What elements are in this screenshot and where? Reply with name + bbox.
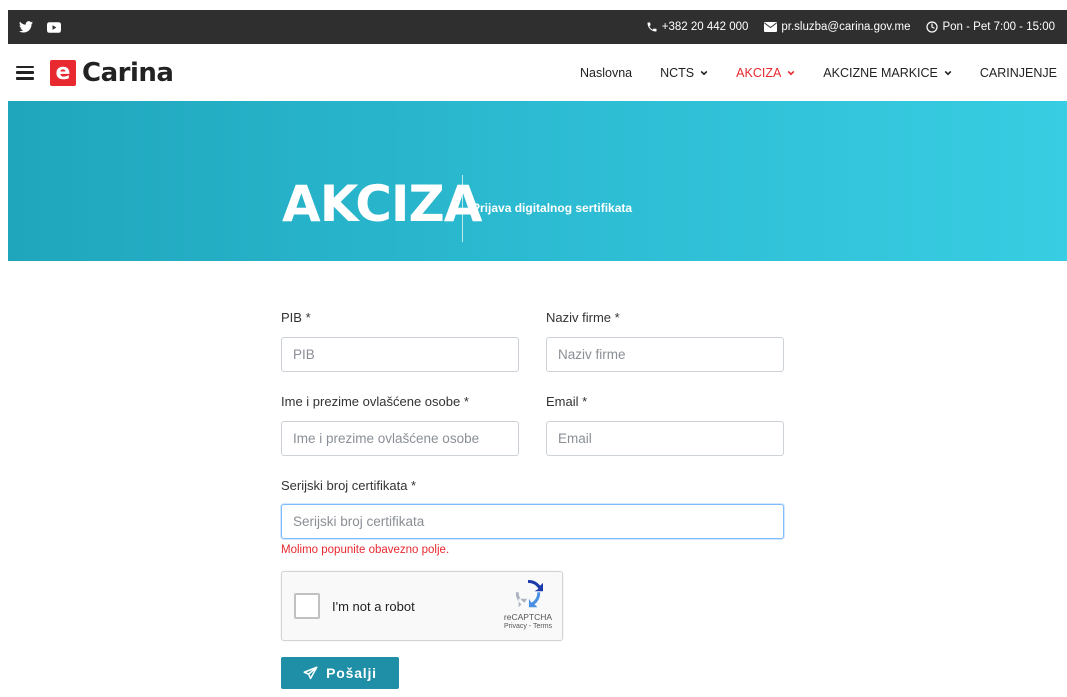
phone-text: +382 20 442 000 <box>661 21 749 33</box>
brand: e Carina <box>16 57 174 88</box>
hamburger-menu-icon[interactable] <box>16 65 34 80</box>
naziv-firme-input[interactable] <box>546 337 784 372</box>
submit-label: Pošalji <box>326 665 377 681</box>
nav-menu: Naslovna NCTS AKCIZA AKCIZNE MARKICE CAR… <box>580 66 1057 80</box>
pib-input[interactable] <box>281 337 519 372</box>
phone-icon <box>647 22 657 32</box>
top-bar: +382 20 442 000 pr.sluzba@carina.gov.me … <box>8 10 1067 44</box>
submit-button[interactable]: Pošalji <box>281 657 399 689</box>
envelope-icon <box>764 22 778 32</box>
page-subtitle: Prijava digitalnog sertifikata <box>472 201 633 215</box>
social-links <box>18 19 62 35</box>
serijski-broj-input[interactable] <box>281 504 784 539</box>
nav-item-akcizne-markice[interactable]: AKCIZNE MARKICE <box>823 66 952 80</box>
nav-label: AKCIZA <box>736 65 782 80</box>
hero-banner: AKCIZA Prijava digitalnog sertifikata <box>8 101 1067 261</box>
nav-item-akciza[interactable]: AKCIZA <box>736 66 795 80</box>
pib-label: PIB * <box>281 310 311 325</box>
naziv-label: Naziv firme * <box>546 310 620 325</box>
nav-item-naslovna[interactable]: Naslovna <box>580 66 632 80</box>
twitter-icon[interactable] <box>18 19 34 35</box>
email-input[interactable] <box>546 421 784 456</box>
email-label: Email * <box>546 394 588 409</box>
logo-text: Carina <box>82 57 174 88</box>
logo-badge: e <box>50 59 76 86</box>
title-divider <box>462 175 463 242</box>
serijski-label: Serijski broj certifikata * <box>281 478 417 493</box>
logo[interactable]: e Carina <box>50 57 174 88</box>
page-title: AKCIZA <box>282 175 482 233</box>
nav-label: NCTS <box>660 65 695 80</box>
recaptcha-checkbox[interactable] <box>294 593 320 619</box>
recaptcha-icon <box>515 580 543 608</box>
phone-contact[interactable]: +382 20 442 000 <box>646 21 749 33</box>
email-contact[interactable]: pr.sluzba@carina.gov.me <box>764 21 910 33</box>
clock-icon <box>926 21 939 33</box>
hours-info: Pon - Pet 7:00 - 15:00 <box>926 21 1055 33</box>
nav-label: Naslovna <box>579 65 633 80</box>
hours-text: Pon - Pet 7:00 - 15:00 <box>942 21 1055 33</box>
recaptcha-links[interactable]: Privacy - Terms <box>498 623 558 630</box>
nav-label: CARINJENJE <box>979 65 1057 80</box>
chevron-down-icon <box>787 70 795 75</box>
chevron-down-icon <box>700 70 708 75</box>
contact-info: +382 20 442 000 pr.sluzba@carina.gov.me … <box>646 21 1055 33</box>
email-text: pr.sluzba@carina.gov.me <box>781 21 911 33</box>
nav-item-carinjenje[interactable]: CARINJENJE <box>980 66 1057 80</box>
recaptcha-logo: reCAPTCHA Privacy - Terms <box>498 580 558 630</box>
recaptcha-widget: I'm not a robot reCAPTCHA Privacy - Term… <box>281 571 563 641</box>
recaptcha-brand: reCAPTCHA <box>503 612 553 622</box>
recaptcha-label: I'm not a robot <box>332 599 415 614</box>
nav-item-ncts[interactable]: NCTS <box>660 66 708 80</box>
youtube-icon[interactable] <box>46 19 62 35</box>
main-navbar: e Carina Naslovna NCTS AKCIZA AKCIZNE MA… <box>8 44 1067 101</box>
nav-label: AKCIZNE MARKICE <box>823 65 938 80</box>
ime-label: Ime i prezime ovlašćene osobe * <box>281 394 469 409</box>
validation-error: Molimo popunite obavezno polje. <box>281 544 450 556</box>
paper-plane-icon <box>303 666 318 679</box>
ime-prezime-input[interactable] <box>281 421 519 456</box>
chevron-down-icon <box>944 70 952 75</box>
